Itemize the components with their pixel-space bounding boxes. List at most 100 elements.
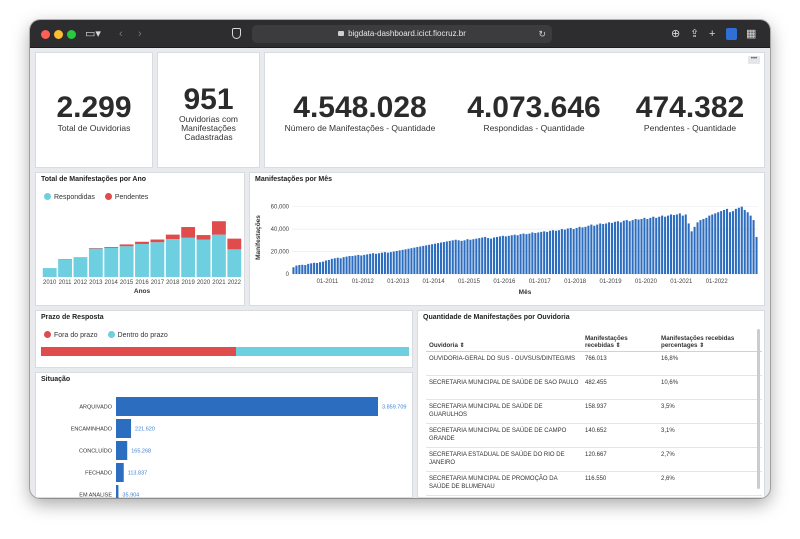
bar-month [330, 258, 333, 274]
cell-recebidas: 116.550 [582, 471, 659, 496]
bar-month [413, 247, 416, 274]
legend-pendentes[interactable]: Pendentes [104, 193, 148, 201]
back-arrow-icon[interactable]: ‹ [119, 26, 123, 42]
prazo-fora-segment[interactable] [41, 347, 237, 356]
bar-situacao [116, 419, 132, 438]
url-text: bigdata-dashboard.icict.fiocruz.br [348, 29, 466, 38]
bar-month [625, 220, 628, 274]
x-tick-label: 01-2021 [670, 279, 693, 285]
bar-month [404, 249, 407, 274]
kpi-total-ouvidorias: 2.299 Total de Ouvidorias [35, 52, 153, 168]
bar-month [457, 240, 460, 274]
category-label: ENCAMINHADO [71, 427, 113, 433]
cell-recebidas: 120.667 [582, 447, 659, 472]
table-row[interactable]: SECRETARIA MUNICIPAL DE SAÚDE DE GUARULH… [426, 399, 762, 424]
legend-dentro-do-prazo[interactable]: Dentro do prazo [107, 331, 168, 339]
extension-icon[interactable] [726, 28, 737, 40]
bar-month [466, 239, 469, 274]
bar-month [389, 252, 392, 274]
x-tick-label: 01-2018 [564, 279, 587, 285]
table-scrollbar[interactable] [757, 329, 760, 489]
bar-month [711, 214, 714, 274]
column-header-percentages[interactable]: Manifestações recebidas percentages ⇕ [658, 333, 762, 352]
x-tick-label: 01-2022 [706, 279, 729, 285]
bar-month [448, 240, 451, 274]
prazo-de-resposta-panel: Prazo de Resposta Fora do prazo Dentro d… [35, 310, 413, 368]
cell-recebidas: 140.652 [582, 423, 659, 448]
kpi-total-ouvidorias-label: Total de Ouvidorias [57, 123, 131, 133]
bar-respondidas-2019 [181, 237, 196, 277]
bar-month [690, 231, 693, 274]
address-bar[interactable]: bigdata-dashboard.icict.fiocruz.br ↻ [252, 25, 552, 43]
bar-month [336, 257, 339, 274]
bar-month [442, 241, 445, 274]
bar-month [557, 230, 560, 274]
bar-month [725, 208, 729, 274]
bar-respondidas-2012 [73, 257, 88, 277]
bar-month [661, 215, 664, 274]
x-tick-label: 01-2016 [493, 279, 516, 285]
close-window-button[interactable] [41, 30, 50, 39]
privacy-shield-icon[interactable] [232, 28, 241, 39]
cell-recebidas: 766.013 [582, 351, 659, 376]
column-header-recebidas[interactable]: Manifestações recebidas ⇕ [582, 333, 659, 352]
kpi-total-ouvidorias-value: 2.299 [56, 91, 132, 124]
bar-month [318, 262, 322, 274]
manifestacoes-por-ano-panel: Total de Manifestações por Ano Respondid… [35, 172, 245, 306]
minimize-window-button[interactable] [54, 30, 63, 39]
bar-month [616, 221, 619, 274]
bar-month [743, 209, 746, 274]
bar-month [445, 241, 448, 274]
legend-respondidas-swatch [44, 193, 51, 200]
bar-month [316, 262, 319, 274]
bar-month [728, 212, 732, 274]
download-icon[interactable]: ⊕ [671, 26, 680, 42]
bar-month [498, 236, 501, 274]
cell-ouvidoria: OUVIDORIA-GERAL DO SUS - OUVSUS/DINTEG/M… [426, 351, 582, 376]
bar-month [472, 239, 475, 274]
manifestacoes-por-ano-title: Total de Manifestações por Ano [41, 176, 147, 183]
table-row[interactable]: SECRETARIA MUNICIPAL DE SAÚDE DE SAO PAU… [426, 375, 762, 400]
bar-month [398, 250, 401, 274]
x-tick-label: 01-2013 [387, 279, 410, 285]
reload-icon[interactable]: ↻ [538, 25, 546, 43]
zoom-window-button[interactable] [67, 30, 76, 39]
new-tab-icon[interactable]: + [709, 26, 715, 42]
legend-respondidas[interactable]: Respondidas [44, 193, 95, 201]
legend-fora-do-prazo[interactable]: Fora do prazo [44, 331, 98, 339]
bar-month [546, 231, 549, 274]
situacao-title: Situação [41, 376, 71, 383]
bar-month [363, 254, 366, 274]
table-row[interactable]: SECRETARIA MUNICIPAL DE SAÚDE DE CAMPO G… [426, 423, 762, 448]
table-row[interactable]: OUVIDORIA-GERAL DO SUS - OUVSUS/DINTEG/M… [426, 351, 762, 376]
bar-month [543, 231, 546, 274]
share-icon[interactable]: ⇪ [690, 26, 699, 42]
table-row[interactable]: SECRETARIA MUNICIPAL DE PROMOÇÃO DA SAÚD… [426, 471, 762, 496]
bar-month [478, 238, 481, 274]
bar-month [510, 235, 513, 274]
bar-month [566, 228, 569, 274]
bar-month [634, 218, 637, 274]
bar-month [428, 244, 431, 274]
kpi-ouvidorias-cadastradas-value: 951 [183, 83, 234, 116]
bar-month [298, 265, 301, 274]
bar-month [684, 214, 687, 274]
table-header-row: Ouvidoria ⇕ Manifestações recebidas ⇕ Ma… [426, 333, 762, 352]
forward-arrow-icon[interactable]: › [138, 26, 142, 42]
bar-month [431, 244, 434, 274]
legend-fora-swatch [44, 331, 51, 338]
bar-month [342, 257, 345, 274]
bar-month [351, 256, 354, 274]
tab-overview-icon[interactable]: ▦ [746, 26, 756, 42]
column-header-ouvidoria[interactable]: Ouvidoria ⇕ [426, 333, 582, 352]
bar-month [375, 253, 378, 274]
sidebar-toggle-icon[interactable]: ▭▾ [85, 26, 101, 42]
bar-month [669, 214, 673, 274]
bar-month [631, 220, 634, 274]
x-tick-label: 2012 [74, 280, 88, 286]
table-row[interactable]: SECRETARIA ESTADUAL DE SAÚDE DO RIO DE J… [426, 447, 762, 472]
x-tick-label: 2021 [212, 280, 226, 286]
bar-month [554, 230, 558, 274]
bar-respondidas-2018 [165, 239, 180, 277]
bar-respondidas-2011 [58, 259, 72, 277]
